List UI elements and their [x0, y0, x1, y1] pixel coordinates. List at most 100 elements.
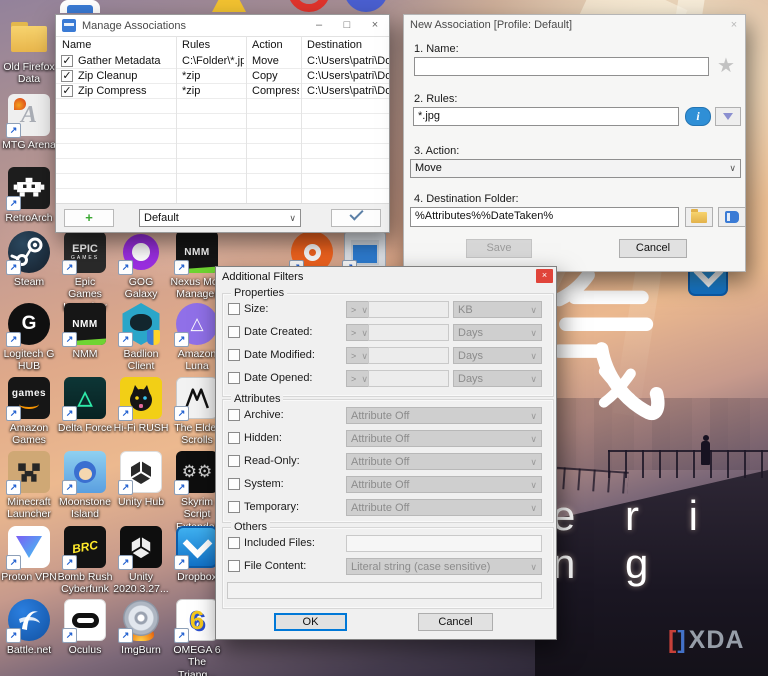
- desktop-icon-label: Unity 2020.3.27...: [113, 571, 169, 596]
- name-input[interactable]: [414, 57, 709, 76]
- table-row[interactable]: ✓ Zip Cleanup *zip Copy C:\Users\patri\D…: [56, 69, 389, 84]
- close-button[interactable]: ×: [723, 19, 745, 31]
- temporary-select[interactable]: Attribute Off: [346, 499, 542, 516]
- browse-folder-button[interactable]: [685, 207, 713, 227]
- date-created-operator-select[interactable]: >: [351, 328, 356, 338]
- desktop-icon-delta-force[interactable]: △ ↗ Delta Force: [57, 377, 113, 434]
- date-created-unit-select[interactable]: Days: [453, 324, 542, 341]
- cell-action: Copy: [252, 70, 278, 82]
- hidden-checkbox[interactable]: [228, 432, 240, 444]
- size-checkbox[interactable]: [228, 303, 240, 315]
- desktop-icon-unity-hub[interactable]: ↗ Unity Hub: [113, 451, 169, 508]
- column-header-destination[interactable]: Destination: [307, 39, 362, 51]
- desktop-icon-amazon-games[interactable]: games ↗ Amazon Games: [1, 377, 57, 447]
- desktop-icon-retroarch[interactable]: ↗ RetroArch: [1, 167, 57, 224]
- row-checkbox[interactable]: ✓: [61, 55, 73, 67]
- additional-filters-button[interactable]: [715, 107, 741, 126]
- shortcut-arrow-icon: ↗: [118, 406, 133, 421]
- cancel-button[interactable]: Cancel: [619, 239, 687, 258]
- size-operator-select[interactable]: >: [351, 305, 356, 315]
- column-header-name[interactable]: Name: [62, 39, 91, 51]
- partial-desktop-icon[interactable]: [60, 0, 100, 13]
- variables-button[interactable]: [718, 207, 746, 227]
- desktop-icon-logitech-g-hub[interactable]: G ↗ Logitech G HUB: [1, 303, 57, 373]
- desktop-icon-steam[interactable]: ↗ Steam: [1, 231, 57, 288]
- desktop-icon-old-firefox-data[interactable]: Old Firefox Data: [1, 16, 57, 86]
- minimize-button[interactable]: –: [305, 15, 333, 36]
- date-modified-checkbox[interactable]: [228, 349, 240, 361]
- rules-input[interactable]: *.jpg: [413, 107, 679, 126]
- info-button[interactable]: i: [685, 107, 711, 126]
- cell-action: Move: [252, 55, 279, 67]
- shield-icon: [147, 330, 160, 345]
- desktop-icon-oculus[interactable]: ↗ Oculus: [57, 599, 113, 656]
- system-checkbox[interactable]: [228, 478, 240, 490]
- size-unit-select[interactable]: KB: [453, 301, 542, 318]
- desktop-icon-battle-net[interactable]: ↗ Battle.net: [1, 599, 57, 656]
- archive-checkbox[interactable]: [228, 409, 240, 421]
- desktop-icon-badlion-client[interactable]: ↗ Badlion Client: [113, 303, 169, 373]
- date-opened-value-input[interactable]: [368, 370, 449, 387]
- date-created-value-input[interactable]: [368, 324, 449, 341]
- file-content-input[interactable]: [227, 582, 542, 599]
- shortcut-arrow-icon: ↗: [6, 480, 21, 495]
- included-files-checkbox[interactable]: [228, 537, 240, 549]
- temporary-checkbox[interactable]: [228, 501, 240, 513]
- read-only-checkbox[interactable]: [228, 455, 240, 467]
- file-content-mode-select[interactable]: Literal string (case sensitive): [346, 558, 542, 575]
- maximize-button[interactable]: □: [333, 15, 361, 36]
- column-header-action[interactable]: Action: [252, 39, 283, 51]
- row-checkbox[interactable]: ✓: [61, 85, 73, 97]
- close-button[interactable]: ×: [536, 269, 553, 283]
- desktop-icon-nmm[interactable]: NMM ↗ NMM: [57, 303, 113, 360]
- cancel-button[interactable]: Cancel: [418, 613, 493, 631]
- shortcut-arrow-icon: ↗: [118, 628, 133, 643]
- date-opened-checkbox[interactable]: [228, 372, 240, 384]
- archive-select[interactable]: Attribute Off: [346, 407, 542, 424]
- desktop-icon-epic-games-launcher[interactable]: EPICGAMES ↗ Epic Games Launcher: [57, 231, 113, 313]
- desktop-icon-moonstone-island[interactable]: ↗ Moonstone Island: [57, 451, 113, 521]
- date-created-checkbox[interactable]: [228, 326, 240, 338]
- destination-input[interactable]: %Attributes%%DateTaken%: [410, 207, 679, 227]
- table-row[interactable]: ✓ Zip Compress *zip Compress C:\Users\pa…: [56, 84, 389, 99]
- desktop-icon-unity-2020[interactable]: ↗ Unity 2020.3.27...: [113, 526, 169, 596]
- desktop-icon-mtg-arena[interactable]: A ↗ MTG Arena: [1, 94, 57, 151]
- read-only-select[interactable]: Attribute Off: [346, 453, 542, 470]
- desktop-icon-proton-vpn[interactable]: ↗ Proton VPN: [1, 526, 57, 583]
- included-files-input[interactable]: [346, 535, 542, 552]
- ok-button[interactable]: OK: [274, 613, 347, 631]
- shortcut-arrow-icon: ↗: [118, 480, 133, 495]
- date-modified-value-input[interactable]: [368, 347, 449, 364]
- desktop-icon-hifi-rush[interactable]: ↗ Hi-Fi RUSH: [113, 377, 169, 434]
- date-modified-unit-select[interactable]: Days: [453, 347, 542, 364]
- desktop-icon-gog-galaxy[interactable]: ↗ GOG Galaxy: [113, 231, 169, 301]
- column-header-rules[interactable]: Rules: [182, 39, 210, 51]
- titlebar[interactable]: Additional Filters ×: [216, 267, 556, 286]
- save-button[interactable]: Save: [466, 239, 532, 258]
- partial-desktop-icon[interactable]: [344, 0, 388, 13]
- system-select[interactable]: Attribute Off: [346, 476, 542, 493]
- close-button[interactable]: ×: [361, 15, 389, 36]
- row-checkbox[interactable]: ✓: [61, 70, 73, 82]
- profile-select[interactable]: Default: [139, 209, 301, 227]
- apply-button[interactable]: [331, 206, 381, 227]
- file-content-checkbox[interactable]: [228, 560, 240, 572]
- filter-funnel-icon: [723, 113, 733, 120]
- table-header[interactable]: Name Rules Action Destination: [56, 36, 389, 55]
- date-opened-operator-select[interactable]: >: [351, 374, 356, 384]
- size-value-input[interactable]: [368, 301, 449, 318]
- date-opened-unit-select[interactable]: Days: [453, 370, 542, 387]
- titlebar[interactable]: New Association [Profile: Default] ×: [404, 15, 745, 35]
- partial-desktop-icon[interactable]: [288, 0, 330, 13]
- action-select[interactable]: Move: [410, 159, 741, 178]
- titlebar[interactable]: Manage Associations – □ ×: [56, 15, 389, 36]
- desktop-icon-imgburn[interactable]: ↗ ImgBurn: [113, 599, 169, 656]
- table-row[interactable]: ✓ Gather Metadata C:\Folder\*.jpg Move C…: [56, 54, 389, 69]
- desktop-icon-minecraft-launcher[interactable]: ↗ Minecraft Launcher: [1, 451, 57, 521]
- add-association-button[interactable]: +: [64, 209, 114, 227]
- favorite-star-icon[interactable]: ★: [717, 53, 735, 78]
- desktop-icon-bomb-rush-cyberfunk[interactable]: BRC ↗ Bomb Rush Cyberfunk: [57, 526, 113, 596]
- hidden-select[interactable]: Attribute Off: [346, 430, 542, 447]
- date-modified-operator-select[interactable]: >: [351, 351, 356, 361]
- partial-desktop-icon[interactable]: [212, 0, 246, 12]
